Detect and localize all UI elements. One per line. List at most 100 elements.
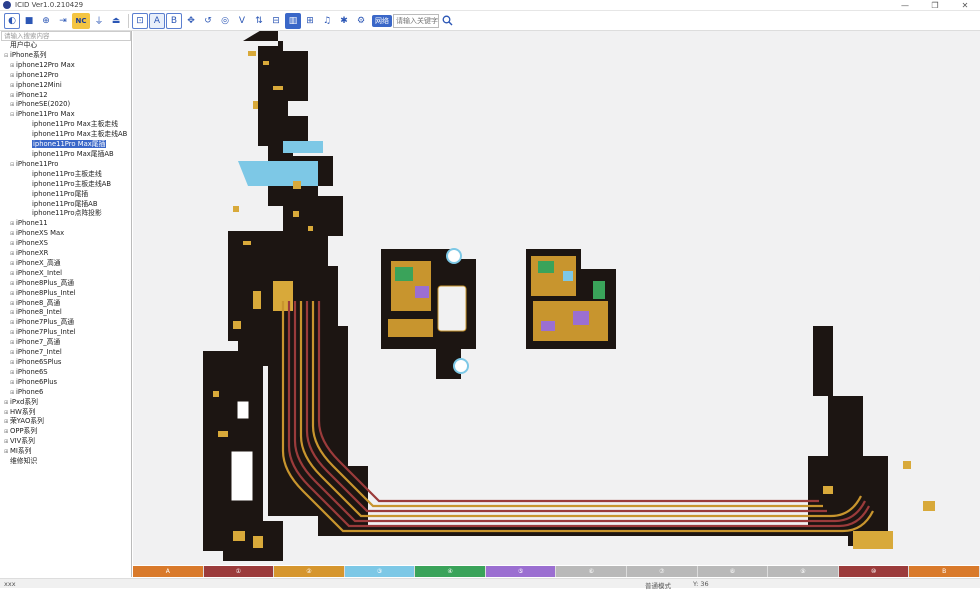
trace-icon[interactable]: ⇥ xyxy=(55,13,71,29)
tree-item[interactable]: ⊟ iPhone系列 xyxy=(0,51,132,61)
layer-toggle[interactable]: ② xyxy=(274,566,345,577)
tree-item[interactable]: ⊞ iPhone12 xyxy=(0,91,132,101)
select-icon[interactable]: ⊡ xyxy=(132,12,148,29)
tree-item[interactable]: ⊞ iPhone8Plus_Intel xyxy=(0,289,132,299)
tree-item-label: iPhoneX_Intel xyxy=(16,268,63,277)
tree-item[interactable]: 用户中心 xyxy=(0,41,132,51)
status-mode-text: 普通模式 xyxy=(645,582,671,590)
layer-toggle[interactable]: ⑧ xyxy=(697,566,769,577)
layer-toggle[interactable]: ⑥ xyxy=(556,566,628,577)
minimize-button[interactable]: — xyxy=(890,0,920,11)
tree-item[interactable]: ⊞ iPhoneSE(2020) xyxy=(0,100,132,110)
side-a-button[interactable]: A xyxy=(149,12,165,29)
tree-item-label: iphone11Pro点阵投影 xyxy=(32,209,102,218)
tree-item[interactable]: ⊟ iPhone11Pro Max xyxy=(0,110,132,120)
tree-item[interactable]: ⊞ iPhoneX_Intel xyxy=(0,269,132,279)
tree-item[interactable]: ⊞ 荣YAO系列 xyxy=(0,417,132,427)
tree-item[interactable]: ⊞ iphone12Pro xyxy=(0,71,132,81)
tree-item[interactable]: ⊟ iPhone11Pro xyxy=(0,160,132,170)
layer-toggle[interactable]: ⑨ xyxy=(768,566,839,577)
pcb-canvas[interactable] xyxy=(133,26,980,565)
tree-item[interactable]: ⊞ iPhone8_Intel xyxy=(0,308,132,318)
tree-item[interactable]: ⊞ HW系列 xyxy=(0,408,132,418)
tree-item[interactable]: ⊞ iphone12Mini xyxy=(0,81,132,91)
rotate-icon[interactable]: ↺ xyxy=(200,13,216,29)
tree-item[interactable]: ⊞ iPhone6S xyxy=(0,368,132,378)
filter-icon[interactable]: ⊞ xyxy=(302,13,318,29)
tree-item[interactable]: ⊞ iPxd系列 xyxy=(0,398,132,408)
pcb-layout-drawing[interactable] xyxy=(133,26,980,565)
ground-icon[interactable]: ⊕ xyxy=(38,13,54,29)
layers-icon[interactable]: ▥ xyxy=(285,12,301,29)
tree-item[interactable]: iphone11Pro Max尾插AB xyxy=(0,150,132,160)
settings-icon[interactable]: ⚙ xyxy=(353,13,369,29)
tree-item[interactable]: ⊞ iPhoneXS Max xyxy=(0,229,132,239)
swap-icon[interactable]: ⇅ xyxy=(251,13,267,29)
tree-item[interactable]: iphone11Pro Max尾插 xyxy=(0,140,132,150)
tree-item-label: 维修知识 xyxy=(10,457,38,466)
layer-up-icon[interactable]: ⏏ xyxy=(108,13,124,29)
tree-item[interactable]: ⊞ VIV系列 xyxy=(0,437,132,447)
tree-item-label: iPhoneSE(2020) xyxy=(16,100,71,109)
tree-item[interactable]: ⊞ iPhoneXS xyxy=(0,239,132,249)
stop-icon[interactable]: ■ xyxy=(21,13,37,29)
tree-item[interactable]: ⊞ iPhone7_高通 xyxy=(0,338,132,348)
tree-item[interactable]: ⊞ iPhone8_高通 xyxy=(0,299,132,309)
tree-item[interactable]: ⊞ MI系列 xyxy=(0,447,132,457)
voltage-icon[interactable]: V xyxy=(234,13,250,29)
tree-item-label: iPhoneXR xyxy=(16,249,49,258)
tree-item[interactable]: ⊞ OPP系列 xyxy=(0,427,132,437)
layer-toggle[interactable]: A xyxy=(133,566,204,577)
layer-toggle[interactable]: ③ xyxy=(344,566,416,577)
bluetooth-icon[interactable]: ✱ xyxy=(336,13,352,29)
nc-button[interactable]: NC xyxy=(72,12,90,29)
tree-item[interactable]: ⊞ iPhone7_Intel xyxy=(0,348,132,358)
tree-item[interactable]: iphone11Pro主板走线 xyxy=(0,170,132,180)
tree-item[interactable]: iphone11Pro尾插AB xyxy=(0,200,132,210)
tree-item[interactable]: ⊞ iPhone7Plus_高通 xyxy=(0,318,132,328)
component-icon[interactable]: ⊟ xyxy=(268,13,284,29)
tree-item[interactable]: ⊞ iPhone6Plus xyxy=(0,378,132,388)
tree-item[interactable]: ⊞ iPhone6SPlus xyxy=(0,358,132,368)
tree-item-label: iphone11Pro主板走线 xyxy=(32,169,102,178)
layer-toggle[interactable]: ⑤ xyxy=(485,566,557,577)
tree-item[interactable]: iphone11Pro主板走线AB xyxy=(0,180,132,190)
tree-item[interactable]: iphone11Pro Max主板走线 xyxy=(0,120,132,130)
target-icon[interactable]: ◎ xyxy=(217,13,233,29)
tree-item[interactable]: 维修知识 xyxy=(0,457,132,467)
tree-item[interactable]: ⊞ iPhone11 xyxy=(0,219,132,229)
keyword-input[interactable] xyxy=(393,13,439,28)
layer-toggle[interactable]: ④ xyxy=(415,566,486,577)
headphone-icon[interactable]: ♫ xyxy=(319,13,335,29)
move-icon[interactable]: ✥ xyxy=(183,13,199,29)
tree-item[interactable]: iphone11Pro Max主板走线AB xyxy=(0,130,132,140)
search-icon[interactable] xyxy=(439,13,455,29)
tree-item[interactable]: iphone11Pro尾插 xyxy=(0,190,132,200)
ground-symbol-icon[interactable]: ⏚ xyxy=(91,13,107,29)
tree-item[interactable]: iphone11Pro点阵投影 xyxy=(0,209,132,219)
restore-button[interactable]: ❐ xyxy=(920,0,950,11)
tree-item-label: VIV系列 xyxy=(10,437,35,446)
sidebar-search-input[interactable]: 请输入搜索内容 xyxy=(1,31,131,41)
layer-toggle[interactable]: ⑩ xyxy=(838,566,910,577)
tree-item[interactable]: ⊞ iPhoneX_高通 xyxy=(0,259,132,269)
tree-item[interactable]: ⊞ iPhone7Plus_Intel xyxy=(0,328,132,338)
keyword-type-label[interactable]: 网络 xyxy=(372,14,392,27)
tree-item[interactable]: ⊞ iPhone6 xyxy=(0,388,132,398)
tree-item-label: iPhone8_Intel xyxy=(16,308,62,317)
tree-item-label: iPhone7_高通 xyxy=(16,338,61,347)
tree-item[interactable]: ⊞ iphone12Pro Max xyxy=(0,61,132,71)
layer-toggle[interactable]: B xyxy=(909,566,980,577)
close-button[interactable]: ✕ xyxy=(950,0,980,11)
tree-item[interactable]: ⊞ iPhone8Plus_高通 xyxy=(0,279,132,289)
tree-item-label: iPhone8Plus_Intel xyxy=(16,288,76,297)
side-b-button[interactable]: B xyxy=(166,12,182,29)
tree-item[interactable]: ⊞ iPhoneXR xyxy=(0,249,132,259)
tree-item-label: iphone11Pro Max主板走线 xyxy=(32,120,118,129)
tree-item-label: iphone11Pro Max尾插AB xyxy=(32,149,114,158)
tree-item-label: iPhone7Plus_高通 xyxy=(16,318,75,327)
tree-item-label: iPhone6 xyxy=(16,387,44,396)
app-logo-icon[interactable]: ◐ xyxy=(4,12,20,29)
layer-toggle[interactable]: ⑦ xyxy=(627,566,698,577)
layer-toggle[interactable]: ① xyxy=(203,566,275,577)
